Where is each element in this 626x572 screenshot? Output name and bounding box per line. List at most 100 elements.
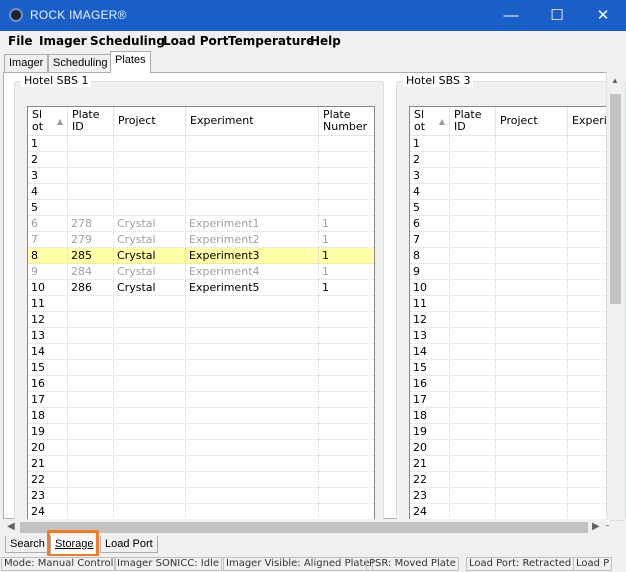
horizontal-scroll-thumb[interactable] <box>20 522 588 533</box>
cell-project <box>114 408 186 424</box>
table-row[interactable]: 14 <box>410 344 609 360</box>
table-row[interactable]: 16 <box>410 376 609 392</box>
table-row[interactable]: 20 <box>410 440 609 456</box>
table-row[interactable]: 12 <box>410 312 609 328</box>
cell-plate-id <box>450 504 496 520</box>
col-header-plate-number[interactable]: Plate Number <box>319 107 374 136</box>
table-row[interactable]: 2 <box>28 152 374 168</box>
cell-slot: 3 <box>28 168 68 184</box>
table-row[interactable]: 12 <box>28 312 374 328</box>
cell-experiment <box>186 152 319 168</box>
cell-plate-number: 1 <box>319 280 374 296</box>
tab-search[interactable]: Search <box>5 536 50 553</box>
scroll-right-icon[interactable]: ▶ <box>592 521 600 532</box>
table-row[interactable]: 11 <box>28 296 374 312</box>
table-row[interactable]: 10 <box>410 280 609 296</box>
table-row[interactable]: 1 <box>410 136 609 152</box>
minimize-button[interactable]: — <box>488 0 534 31</box>
menu-temperature[interactable]: Temperature <box>228 34 314 48</box>
cell-slot: 6 <box>410 216 450 232</box>
cell-experiment <box>568 248 609 264</box>
table-row[interactable]: 23 <box>28 488 374 504</box>
col-header-project[interactable]: Project <box>114 107 186 136</box>
vertical-scrollbar[interactable]: ▲ <box>606 72 623 519</box>
table-row[interactable]: 24 <box>410 504 609 520</box>
table-row[interactable]: 18 <box>410 408 609 424</box>
table-row[interactable]: 5 <box>410 200 609 216</box>
table-row[interactable]: 6 <box>410 216 609 232</box>
hotel-sbs3-grid[interactable]: Sl ot ▲ Plate ID Project Experi 12345678… <box>409 106 609 526</box>
table-row[interactable]: 8 <box>410 248 609 264</box>
cell-slot: 4 <box>410 184 450 200</box>
tab-plates[interactable]: Plates <box>110 51 151 73</box>
table-row[interactable]: 19 <box>28 424 374 440</box>
table-row[interactable]: 23 <box>410 488 609 504</box>
cell-project <box>496 472 568 488</box>
table-row[interactable]: 17 <box>28 392 374 408</box>
table-row[interactable]: 15 <box>410 360 609 376</box>
table-row[interactable]: 7 279 Crystal Experiment2 1 <box>28 232 374 248</box>
table-row[interactable]: 22 <box>410 472 609 488</box>
table-row[interactable]: 22 <box>28 472 374 488</box>
cell-project <box>496 328 568 344</box>
table-row[interactable]: 21 <box>410 456 609 472</box>
col-header-experiment[interactable]: Experiment <box>186 107 319 136</box>
col-header-plate-id[interactable]: Plate ID <box>68 107 114 136</box>
menu-imager[interactable]: Imager <box>39 34 87 48</box>
col-header-project[interactable]: Project <box>496 107 568 136</box>
table-row[interactable]: 4 <box>28 184 374 200</box>
table-row[interactable]: 4 <box>410 184 609 200</box>
maximize-button[interactable]: ☐ <box>534 0 580 31</box>
table-row[interactable]: 9 <box>410 264 609 280</box>
cell-project <box>114 424 186 440</box>
tab-scheduling[interactable]: Scheduling <box>48 54 113 72</box>
scroll-left-icon[interactable]: ◀ <box>7 521 15 532</box>
col-header-slot[interactable]: Sl ot ▲ <box>410 107 450 136</box>
menu-help[interactable]: Help <box>310 34 341 48</box>
table-row[interactable]: 14 <box>28 344 374 360</box>
table-row[interactable]: 19 <box>410 424 609 440</box>
col-header-plate-id[interactable]: Plate ID <box>450 107 496 136</box>
col-header-slot[interactable]: Sl ot ▲ <box>28 107 68 136</box>
tab-load-port[interactable]: Load Port <box>100 536 158 553</box>
table-row[interactable]: 2 <box>410 152 609 168</box>
table-row[interactable]: 20 <box>28 440 374 456</box>
scroll-up-icon[interactable]: ▲ <box>611 76 619 85</box>
table-row[interactable]: 8 285 Crystal Experiment3 1 <box>28 248 374 264</box>
cell-experiment: Experiment1 <box>186 216 319 232</box>
table-row[interactable]: 6 278 Crystal Experiment1 1 <box>28 216 374 232</box>
hotel-sbs1-grid[interactable]: Sl ot ▲ Plate ID Project Experiment Plat… <box>27 106 375 526</box>
table-row[interactable]: 9 284 Crystal Experiment4 1 <box>28 264 374 280</box>
table-row[interactable]: 7 <box>410 232 609 248</box>
table-row[interactable]: 17 <box>410 392 609 408</box>
table-row[interactable]: 3 <box>410 168 609 184</box>
table-row[interactable]: 13 <box>410 328 609 344</box>
table-row[interactable]: 13 <box>28 328 374 344</box>
menu-file[interactable]: File <box>8 34 33 48</box>
menu-load-port[interactable]: Load Port <box>163 34 228 48</box>
table-row[interactable]: 21 <box>28 456 374 472</box>
cell-experiment <box>568 136 609 152</box>
status-imager-sonicc: Imager SONICC: Idle <box>114 557 222 571</box>
table-row[interactable]: 5 <box>28 200 374 216</box>
table-row[interactable]: 1 <box>28 136 374 152</box>
menu-scheduling[interactable]: Scheduling <box>90 34 165 48</box>
table-row[interactable]: 18 <box>28 408 374 424</box>
table-row[interactable]: 3 <box>28 168 374 184</box>
status-bar: Mode: Manual Control Imager SONICC: Idle… <box>0 556 626 572</box>
vertical-scroll-thumb[interactable] <box>610 94 621 304</box>
cell-experiment <box>186 296 319 312</box>
col-header-experiment[interactable]: Experi <box>568 107 609 136</box>
cell-plate-id <box>450 456 496 472</box>
table-row[interactable]: 11 <box>410 296 609 312</box>
cell-plate-number <box>319 488 374 504</box>
table-row[interactable]: 15 <box>28 360 374 376</box>
table-row[interactable]: 16 <box>28 376 374 392</box>
close-button[interactable]: ✕ <box>580 0 626 31</box>
table-row[interactable]: 10 286 Crystal Experiment5 1 <box>28 280 374 296</box>
cell-plate-id <box>450 136 496 152</box>
tab-imager[interactable]: Imager <box>4 54 49 72</box>
cell-project <box>496 136 568 152</box>
cell-experiment <box>568 312 609 328</box>
table-row[interactable]: 24 <box>28 504 374 520</box>
